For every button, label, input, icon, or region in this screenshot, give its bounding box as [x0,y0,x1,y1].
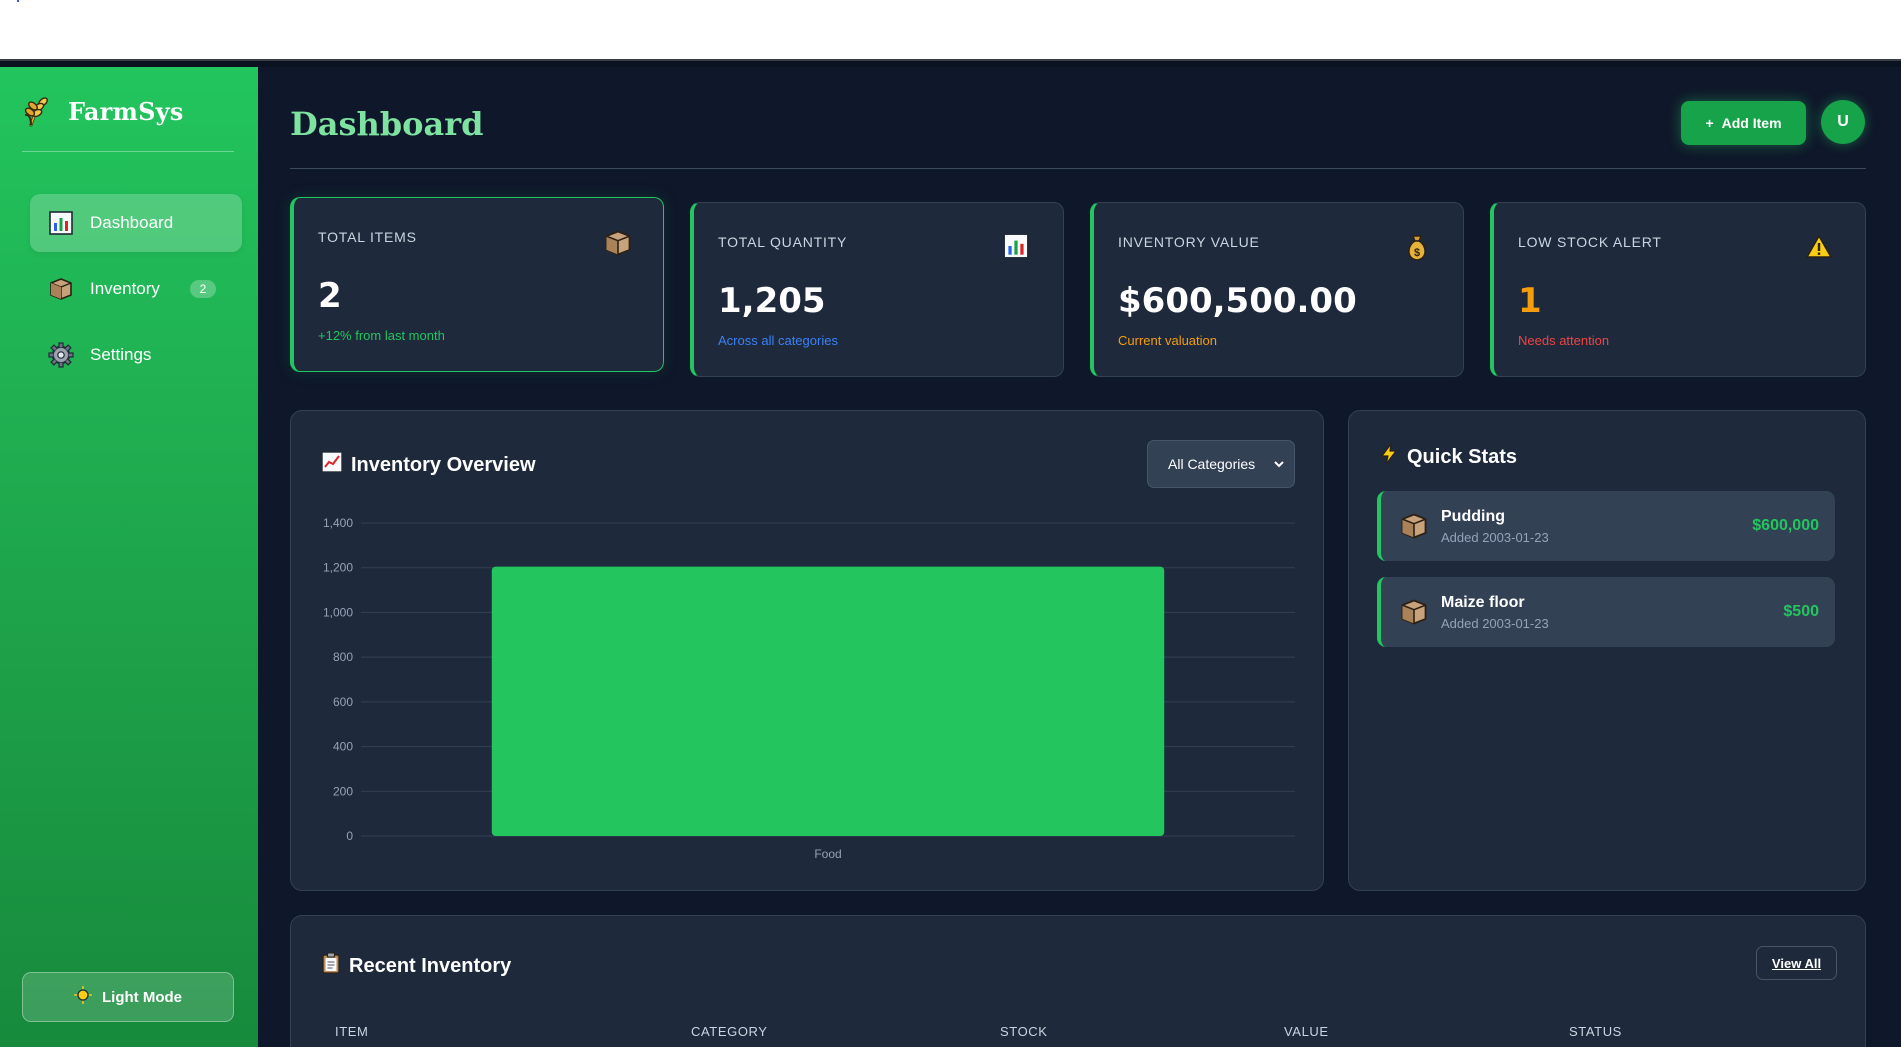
column-header-stock[interactable]: STOCK [1000,1024,1048,1039]
stat-label: TOTAL QUANTITY [718,234,848,250]
sidebar-item-label: Inventory [90,279,160,298]
quick-stat-name: Maize floor [1441,594,1525,611]
package-icon [1399,597,1429,627]
x-tick-label: Food [814,847,841,861]
y-tick-label: 1,400 [323,516,353,530]
add-item-button[interactable]: + Add Item [1681,101,1806,145]
clipboard-icon [321,952,341,980]
quick-stat-name: Pudding [1441,508,1505,525]
money-bag-icon: $ [1403,233,1433,263]
gear-icon [48,342,74,368]
panel-header: Recent Inventory [321,952,511,980]
sidebar-item-dashboard[interactable]: Dashboard [30,194,242,252]
sidebar-item-settings[interactable]: Settings [30,326,242,384]
light-mode-toggle[interactable]: Light Mode [22,972,234,1022]
browser-indicator [17,0,19,2]
sidebar-item-label: Settings [90,345,152,364]
brand[interactable]: FarmSys [22,93,184,129]
stat-subtext: Current valuation [1118,333,1217,348]
y-tick-label: 400 [333,740,353,754]
inventory-overview-panel: Inventory Overview All Categories 0 200 40… [290,410,1324,891]
column-header-item[interactable]: ITEM [335,1024,368,1039]
inventory-bar-chart: 0 200 400 600 800 1,000 1,200 1,400 Food [323,516,1295,861]
sidebar-nav: Dashboard Inventory 2 Settings [30,194,242,392]
wheat-icon [22,94,56,128]
bar-chart-icon [48,210,74,236]
y-tick-label: 600 [333,695,353,709]
y-tick-label: 0 [346,829,353,843]
sidebar-item-label: Dashboard [90,213,174,232]
stat-value: 1 [1518,281,1542,321]
stat-value: 1,205 [718,281,826,321]
quick-stat-date: Added 2003-01-23 [1441,530,1549,545]
quick-stat-value: $500 [1783,603,1819,620]
quick-stat-date: Added 2003-01-23 [1441,616,1549,631]
app-root: FarmSys Dashboard Inventory 2 Settings L… [0,67,1901,1047]
package-icon [48,276,74,302]
package-icon [1399,511,1429,541]
sidebar-divider [22,151,234,152]
stat-card-low-stock[interactable]: LOW STOCK ALERT 1 Needs attention [1490,202,1866,377]
y-tick-label: 1,200 [323,561,353,575]
quick-stats-panel: Quick Stats Pudding Added 2003-01-23 $60… [1348,410,1866,891]
plus-icon: + [1705,115,1714,131]
brand-name: FarmSys [68,96,184,126]
stat-value: $600,500.00 [1118,281,1357,321]
lightning-icon [1379,443,1399,471]
y-tick-label: 800 [333,650,353,664]
quick-stat-value: $600,000 [1752,517,1819,534]
stat-label: LOW STOCK ALERT [1518,234,1662,250]
column-header-value[interactable]: VALUE [1284,1024,1329,1039]
column-header-category[interactable]: CATEGORY [691,1024,768,1039]
browser-chrome [0,0,1901,67]
quick-stat-item[interactable]: Pudding Added 2003-01-23 $600,000 [1377,491,1835,561]
stat-card-total-quantity[interactable]: TOTAL QUANTITY 1,205 Across all categori… [690,202,1064,377]
y-tick-label: 1,000 [323,605,353,619]
stat-label: TOTAL ITEMS [318,229,417,245]
light-mode-label: Light Mode [102,988,182,1006]
panel-header: Quick Stats [1379,443,1517,471]
stat-subtext: Across all categories [718,333,838,348]
add-item-label: Add Item [1721,115,1782,131]
package-icon [603,228,633,258]
main-content: Dashboard + Add Item U TOTAL ITEMS 2 +12… [258,67,1901,1047]
y-tick-label: 200 [333,784,353,798]
stat-value: 2 [318,276,342,316]
panel-title: Recent Inventory [349,954,512,977]
inventory-count-badge: 2 [190,280,216,298]
quick-stat-item[interactable]: Maize floor Added 2003-01-23 $500 [1377,577,1835,647]
sidebar: FarmSys Dashboard Inventory 2 Settings L… [0,67,258,1047]
bar-chart-icon [1003,233,1033,263]
recent-inventory-panel: Recent Inventory View All ITEM CATEGORY … [290,915,1866,1047]
page-title: Dashboard [290,105,484,143]
avatar[interactable]: U [1821,100,1865,144]
svg-text:$: $ [1414,247,1420,259]
sun-icon [74,986,93,1008]
stat-card-inventory-value[interactable]: INVENTORY VALUE $ $600,500.00 Current va… [1090,202,1464,377]
stat-label: INVENTORY VALUE [1118,234,1260,250]
header-divider [290,168,1866,169]
bar-food [491,566,1165,836]
stat-subtext: Needs attention [1518,333,1610,348]
warning-icon [1805,233,1835,263]
panel-title: Quick Stats [1407,445,1518,468]
sidebar-item-inventory[interactable]: Inventory 2 [30,260,242,318]
stat-card-total-items[interactable]: TOTAL ITEMS 2 +12% from last month [290,197,664,372]
column-header-status[interactable]: STATUS [1569,1024,1622,1039]
view-all-button[interactable]: View All [1756,946,1837,980]
stat-subtext: +12% from last month [318,328,445,343]
